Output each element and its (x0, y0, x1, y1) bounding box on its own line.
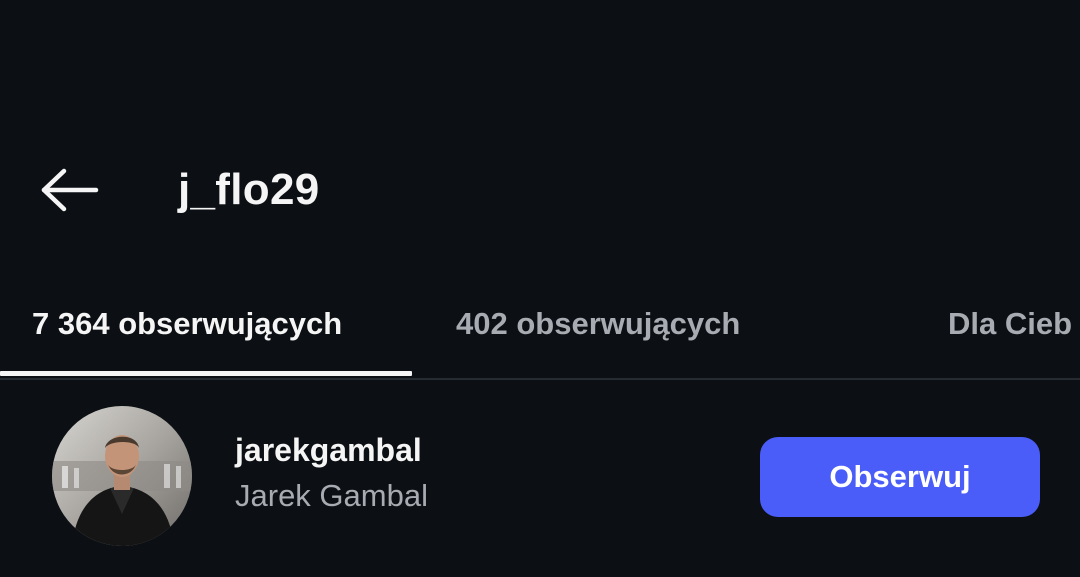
list-item-username[interactable]: jarekgambal (235, 428, 422, 472)
active-tab-indicator (0, 371, 412, 376)
list-item-full-name: Jarek Gambal (235, 478, 428, 513)
arrow-left-icon (41, 168, 99, 212)
avatar[interactable] (52, 406, 192, 546)
page-title: j_flo29 (178, 165, 320, 214)
tab-bar: 7 364 obserwujących 402 obserwujących Dl… (0, 284, 1080, 380)
follow-button[interactable]: Obserwuj (760, 437, 1040, 517)
list-item[interactable]: jarekgambal Jarek Gambal Obserwuj (0, 400, 1080, 550)
tab-followers[interactable]: 7 364 obserwujących (32, 294, 342, 354)
avatar-photo (52, 406, 192, 546)
followers-screen: j_flo29 7 364 obserwujących 402 obserwuj… (0, 0, 1080, 577)
top-bar: j_flo29 (0, 140, 1080, 240)
tab-for-you[interactable]: Dla Cieb (948, 294, 1072, 354)
back-button[interactable] (38, 164, 102, 216)
tab-following[interactable]: 402 obserwujących (456, 294, 740, 354)
